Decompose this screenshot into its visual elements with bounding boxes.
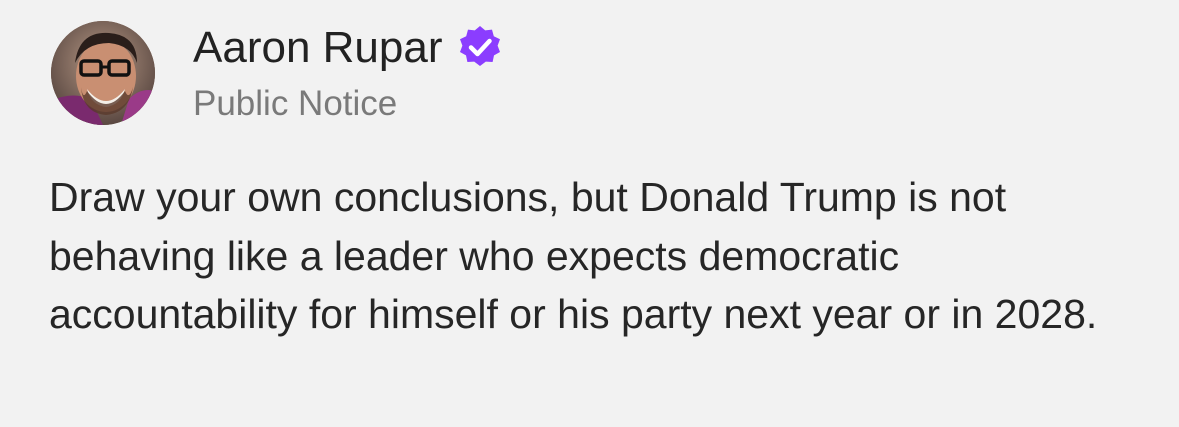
verified-badge-icon (456, 24, 504, 72)
note-post: Aaron Rupar Public Notice Draw your own … (0, 0, 1179, 427)
avatar-photo (51, 21, 155, 125)
publication-name[interactable]: Public Notice (193, 82, 397, 126)
author-name-text: Aaron Rupar (193, 23, 443, 72)
author-avatar[interactable] (51, 21, 155, 125)
post-text: Draw your own conclusions, but Donald Tr… (49, 174, 1098, 337)
author-name[interactable]: Aaron Rupar (193, 22, 504, 74)
